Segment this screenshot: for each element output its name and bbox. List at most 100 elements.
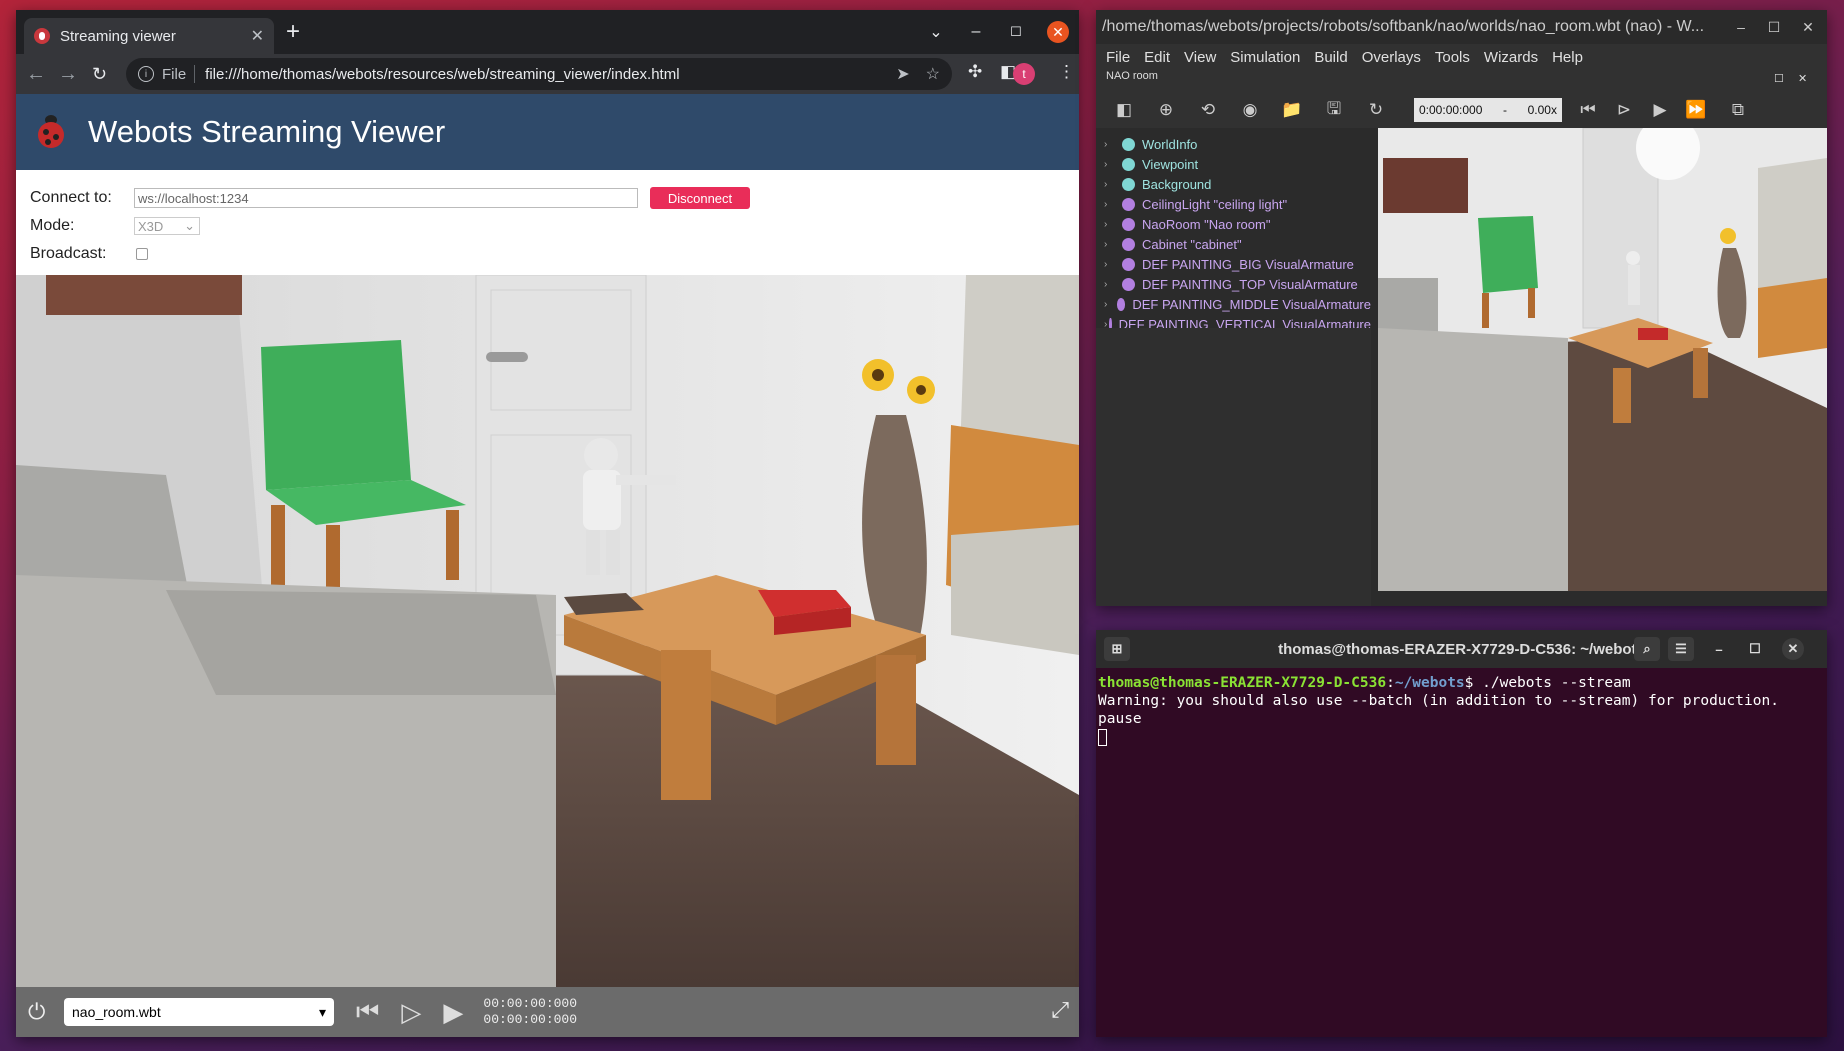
scene-tree-node-label: DEF PAINTING_VERTICAL VisualArmature [1118, 316, 1371, 329]
scene-tree-node[interactable]: › DEF PAINTING_TOP VisualArmature [1096, 274, 1371, 294]
scene-tree-node[interactable]: › DEF PAINTING_VERTICAL VisualArmature [1096, 314, 1371, 328]
reload-icon[interactable]: ↻ [92, 62, 107, 86]
tab-search-chevron-icon[interactable]: ⌄ [918, 10, 954, 54]
prompt-dollar: $ [1464, 675, 1483, 691]
url-text[interactable]: file:///home/thomas/webots/resources/web… [205, 66, 880, 83]
step-icon[interactable]: ⊳ [1610, 96, 1638, 124]
reset-icon[interactable]: ⏮ [356, 996, 379, 1028]
node-type-icon [1122, 157, 1135, 171]
minimize-icon[interactable]: – [958, 10, 994, 54]
reset-icon[interactable]: ⏮ [1574, 96, 1602, 124]
step-icon[interactable]: ▷ [401, 997, 421, 1028]
menu-tools[interactable]: Tools [1435, 49, 1470, 66]
expand-chevron-icon[interactable]: › [1104, 159, 1120, 170]
close-icon[interactable]: ✕ [1798, 72, 1807, 85]
expand-chevron-icon[interactable]: › [1104, 319, 1107, 329]
scene-tree-node[interactable]: › NaoRoom "Nao room" [1096, 214, 1371, 234]
menu-help[interactable]: Help [1552, 49, 1583, 66]
node-type-icon [1122, 177, 1135, 191]
terminal-titlebar: ⊞ thomas@thomas-ERAZER-X7729-D-C536: ~/w… [1096, 630, 1827, 668]
terminal-window: ⊞ thomas@thomas-ERAZER-X7729-D-C536: ~/w… [1096, 630, 1827, 1037]
room-scene-render [16, 275, 1079, 987]
player-control-bar: ⏻ nao_room.wbt ▾ ⏮ ▷ ▶ 00:00:00:000 00:0… [16, 987, 1079, 1037]
scene-tree-node[interactable]: › Viewpoint [1096, 154, 1371, 174]
toggle-scene-tree-icon[interactable]: ◧ [1110, 96, 1138, 124]
maximize-icon[interactable]: ☐ [998, 10, 1034, 54]
minimize-icon[interactable]: – [1727, 10, 1755, 44]
command-text: ./webots --stream [1482, 675, 1631, 691]
menu-simulation[interactable]: Simulation [1230, 49, 1300, 66]
sim-time-separator: - [1503, 103, 1508, 117]
add-node-icon[interactable]: ⊕ [1152, 96, 1180, 124]
expand-chevron-icon[interactable]: › [1104, 179, 1120, 190]
scene-tree-node-label: DEF PAINTING_BIG VisualArmature [1142, 256, 1354, 272]
power-icon[interactable]: ⏻ [28, 999, 54, 1025]
menu-build[interactable]: Build [1314, 49, 1347, 66]
expand-chevron-icon[interactable]: › [1104, 239, 1120, 250]
close-icon[interactable]: ✕ [1782, 638, 1804, 660]
expand-chevron-icon[interactable]: › [1104, 279, 1120, 290]
expand-chevron-icon[interactable]: › [1104, 219, 1120, 230]
menu-view[interactable]: View [1184, 49, 1216, 66]
search-icon[interactable]: ⌕ [1634, 637, 1660, 661]
terminal-output[interactable]: thomas@thomas-ERAZER-X7729-D-C536:~/webo… [1096, 668, 1827, 752]
browser-tab[interactable]: Streaming viewer ✕ [24, 18, 274, 54]
menu-edit[interactable]: Edit [1144, 49, 1170, 66]
scene-tree-node[interactable]: › Cabinet "cabinet" [1096, 234, 1371, 254]
scene-tree-node[interactable]: › DEF PAINTING_MIDDLE VisualArmature [1096, 294, 1371, 314]
server-url-input[interactable] [134, 188, 638, 208]
window-close-button[interactable]: ✕ [1047, 21, 1069, 43]
more-menu-icon[interactable]: ⋮ [1058, 62, 1075, 82]
bookmark-star-icon[interactable]: ☆ [926, 64, 940, 84]
new-tab-icon[interactable]: ⊞ [1104, 637, 1130, 661]
streaming-3d-view[interactable] [16, 275, 1079, 987]
save-icon[interactable]: 🖫 [1320, 96, 1348, 124]
hamburger-menu-icon[interactable]: ☰ [1668, 637, 1694, 661]
terminal-cursor [1098, 728, 1107, 746]
fast-forward-icon[interactable]: ⏩ [1682, 96, 1710, 124]
render-toggle-icon[interactable]: ⧉ [1724, 96, 1752, 124]
address-bar[interactable]: i File file:///home/thomas/webots/resour… [126, 58, 952, 90]
webots-3d-view[interactable] [1378, 128, 1827, 591]
connection-form: Connect to: Disconnect Mode: X3D ⌄ Broadc… [16, 170, 1079, 280]
webots-favicon-icon [34, 28, 50, 44]
chevron-down-icon: ▾ [318, 1003, 326, 1020]
scene-tree-node[interactable]: › CeilingLight "ceiling light" [1096, 194, 1371, 214]
site-info-icon[interactable]: i [138, 66, 154, 82]
node-type-icon [1122, 137, 1135, 151]
reload-icon[interactable]: ↻ [1362, 96, 1390, 124]
webots-toolbar: ◧ ⊕ ⟲ ◉ 📁 🖫 ↻ 0:00:00:000 - 0.00x ⏮ ⊳ ▶ … [1096, 92, 1827, 128]
profile-avatar[interactable]: t [1013, 63, 1035, 85]
maximize-icon[interactable]: ☐ [1760, 10, 1788, 44]
expand-chevron-icon[interactable]: › [1104, 139, 1120, 150]
fullscreen-icon[interactable]: ⤢ [1051, 997, 1069, 1023]
broadcast-checkbox[interactable] [136, 248, 148, 260]
play-icon[interactable]: ▶ [443, 997, 463, 1028]
send-icon[interactable]: ➤ [896, 64, 909, 84]
view-eye-icon[interactable]: ◉ [1236, 96, 1264, 124]
forward-arrow-icon[interactable]: → [58, 62, 78, 86]
minimize-icon[interactable]: – [1706, 637, 1732, 661]
menu-wizards[interactable]: Wizards [1484, 49, 1538, 66]
tab-close-icon[interactable]: ✕ [251, 26, 264, 46]
extensions-puzzle-icon[interactable]: ✣ [968, 62, 982, 82]
back-arrow-icon[interactable]: ← [26, 62, 46, 86]
world-select[interactable]: nao_room.wbt ▾ [64, 998, 334, 1026]
disconnect-button[interactable]: Disconnect [650, 187, 750, 209]
play-icon[interactable]: ▶ [1646, 96, 1674, 124]
mode-select[interactable]: X3D ⌄ [134, 217, 200, 235]
menu-file[interactable]: File [1106, 49, 1130, 66]
open-folder-icon[interactable]: 📁 [1278, 96, 1306, 124]
menu-overlays[interactable]: Overlays [1362, 49, 1421, 66]
scene-tree-node[interactable]: › DEF PAINTING_BIG VisualArmature [1096, 254, 1371, 274]
expand-chevron-icon[interactable]: › [1104, 299, 1115, 310]
scene-tree-node[interactable]: › WorldInfo [1096, 134, 1371, 154]
close-icon[interactable]: ✕ [1794, 10, 1822, 44]
expand-chevron-icon[interactable]: › [1104, 199, 1120, 210]
undock-icon[interactable]: ☐ [1774, 72, 1784, 85]
scene-tree-node[interactable]: › Background [1096, 174, 1371, 194]
maximize-icon[interactable]: ☐ [1742, 637, 1768, 661]
expand-chevron-icon[interactable]: › [1104, 259, 1120, 270]
new-tab-button[interactable]: + [286, 20, 300, 44]
follow-icon[interactable]: ⟲ [1194, 96, 1222, 124]
